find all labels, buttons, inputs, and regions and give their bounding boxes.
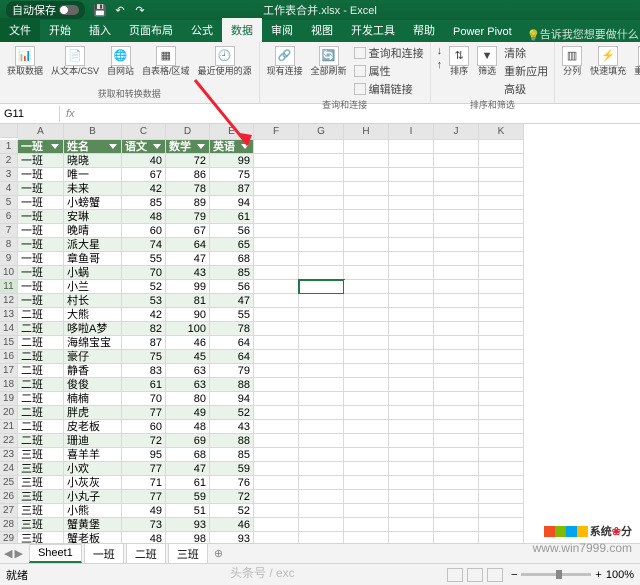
watermark-logo: 系统❀分: [544, 523, 632, 539]
fx-icon[interactable]: fx: [60, 108, 81, 120]
btn-reapply[interactable]: 重新应用: [502, 62, 550, 80]
group-label: 排序和筛选: [435, 98, 551, 112]
table-header[interactable]: 姓名: [64, 140, 122, 154]
tab-review[interactable]: 审阅: [262, 18, 302, 42]
tab-powerpivot[interactable]: Power Pivot: [444, 22, 521, 42]
btn-get-data[interactable]: 📊获取数据: [4, 44, 46, 79]
zoom-in-icon: +: [595, 569, 601, 581]
zoom-control[interactable]: − + 100%: [511, 569, 634, 581]
btn-clear[interactable]: 清除: [502, 44, 550, 62]
btn-properties[interactable]: 属性: [352, 62, 426, 80]
name-box[interactable]: G11: [0, 106, 60, 122]
watermark-url: www.win7999.com: [533, 541, 632, 555]
table-header[interactable]: 语文: [122, 140, 166, 154]
active-cell[interactable]: [299, 280, 344, 294]
table-icon: ▦: [156, 46, 176, 66]
btn-sort-asc[interactable]: ↓: [435, 44, 445, 58]
recent-icon: 🕘: [215, 46, 235, 66]
split-icon: ▥: [562, 46, 582, 66]
link-icon: [354, 83, 366, 95]
btn-queries[interactable]: 查询和连接: [352, 44, 426, 62]
ribbon-group-tools: ▥分列 ⚡快速填充 ▣重复值 ✓数据验证 ∑合并计算 ⇄关系 ▦管理数据模型 数…: [555, 42, 640, 103]
tab-layout[interactable]: 页面布局: [120, 18, 182, 42]
flash-icon: ⚡: [598, 46, 618, 66]
conn-icon: 🔗: [275, 46, 295, 66]
group-label: 查询和连接: [264, 98, 426, 112]
tab-dev[interactable]: 开发工具: [342, 18, 404, 42]
btn-remove-dup[interactable]: ▣重复值: [631, 44, 640, 79]
autosave-toggle[interactable]: 自动保存: [6, 1, 85, 19]
tab-view[interactable]: 视图: [302, 18, 342, 42]
ribbon: 📊获取数据 📄从文本/CSV 🌐自网站 ▦自表格/区域 🕘最近使用的源 获取和转…: [0, 42, 640, 104]
worksheet-grid[interactable]: ABCDEFGHIJK1一班姓名语文数学英语2一班晓晓4072993一班唯一67…: [0, 124, 640, 564]
sort-icon: ⇅: [449, 46, 469, 66]
btn-text-col[interactable]: ▥分列: [559, 44, 585, 79]
view-break-icon: [487, 568, 503, 582]
btn-sort[interactable]: ⇅排序: [446, 44, 472, 79]
csv-icon: 📄: [65, 46, 85, 66]
table-header[interactable]: 一班: [18, 140, 64, 154]
zoom-out-icon: −: [511, 569, 517, 581]
group-label: 数据工具: [559, 87, 640, 101]
redo-icon[interactable]: ↷: [133, 3, 147, 17]
table-header[interactable]: 英语: [210, 140, 254, 154]
view-buttons[interactable]: [447, 568, 503, 582]
get-data-icon: 📊: [15, 46, 35, 66]
tell-me[interactable]: 💡 告诉我您想要做什么: [527, 26, 639, 42]
menu-bar: 文件 开始 插入 页面布局 公式 数据 审阅 视图 开发工具 帮助 Power …: [0, 20, 640, 42]
tab-help[interactable]: 帮助: [404, 18, 444, 42]
btn-from-web[interactable]: 🌐自网站: [104, 44, 137, 79]
status-bar: 就绪 头条号 / exc − + 100%: [0, 563, 640, 585]
sheet-nav[interactable]: ◀▶: [0, 547, 27, 560]
btn-edit-links[interactable]: 编辑链接: [352, 80, 426, 98]
title-bar: 自动保存 💾 ↶ ↷ 工作表合并.xlsx - Excel: [0, 0, 640, 20]
btn-from-table[interactable]: ▦自表格/区域: [139, 44, 193, 79]
tab-file[interactable]: 文件: [0, 18, 40, 42]
view-layout-icon: [467, 568, 483, 582]
nav-prev-icon: ◀: [4, 547, 12, 560]
btn-advanced[interactable]: 高级: [502, 80, 550, 98]
bulb-icon: 💡: [527, 29, 537, 39]
tab-formula[interactable]: 公式: [182, 18, 222, 42]
sheet-add[interactable]: ⊕: [208, 545, 229, 562]
ribbon-group-sort: ↓ ↑ ⇅排序 ▼筛选 清除 重新应用 高级 排序和筛选: [431, 42, 556, 103]
btn-sort-desc[interactable]: ↑: [435, 58, 445, 72]
nav-next-icon: ▶: [14, 547, 22, 560]
save-icon[interactable]: 💾: [93, 3, 107, 17]
window-title: 工作表合并.xlsx - Excel: [263, 2, 377, 18]
btn-existing-conn[interactable]: 🔗现有连接: [264, 44, 306, 79]
filter-icon: ▼: [477, 46, 497, 66]
undo-icon[interactable]: ↶: [113, 3, 127, 17]
btn-recent-src[interactable]: 🕘最近使用的源: [195, 44, 255, 79]
query-icon: [354, 47, 366, 59]
sheet-tab-4[interactable]: 三班: [168, 543, 208, 564]
refresh-icon: 🔄: [319, 46, 339, 66]
status-ready: 就绪: [6, 567, 28, 583]
quick-access-toolbar: 💾 ↶ ↷: [93, 3, 147, 17]
formula-input[interactable]: [81, 112, 640, 116]
prop-icon: [354, 65, 366, 77]
view-normal-icon: [447, 568, 463, 582]
btn-refresh-all[interactable]: 🔄全部刷新: [308, 44, 350, 79]
zoom-slider: [521, 573, 591, 576]
table-header[interactable]: 数学: [166, 140, 210, 154]
sheet-tab-3[interactable]: 二班: [126, 543, 166, 564]
group-label: 获取和转换数据: [4, 87, 255, 101]
sheet-tab-2[interactable]: 一班: [84, 543, 124, 564]
web-icon: 🌐: [111, 46, 131, 66]
ribbon-group-get-data: 📊获取数据 📄从文本/CSV 🌐自网站 ▦自表格/区域 🕘最近使用的源 获取和转…: [0, 42, 260, 103]
tab-home[interactable]: 开始: [40, 18, 80, 42]
zoom-value: 100%: [606, 569, 634, 581]
tab-data[interactable]: 数据: [222, 18, 262, 42]
tab-insert[interactable]: 插入: [80, 18, 120, 42]
btn-flash-fill[interactable]: ⚡快速填充: [587, 44, 629, 79]
btn-filter[interactable]: ▼筛选: [474, 44, 500, 79]
btn-from-csv[interactable]: 📄从文本/CSV: [48, 44, 102, 79]
sheet-tab-1[interactable]: Sheet1: [29, 544, 82, 563]
watermark-source: 头条号 / exc: [230, 564, 295, 581]
ribbon-group-connections: 🔗现有连接 🔄全部刷新 查询和连接 属性 编辑链接 查询和连接: [260, 42, 431, 103]
